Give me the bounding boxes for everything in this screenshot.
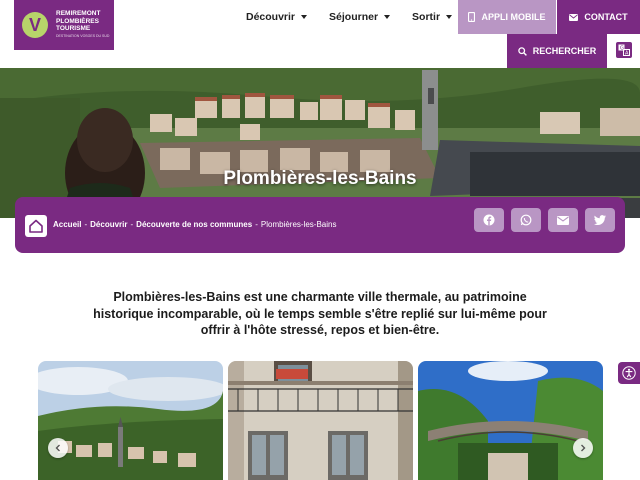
breadcrumb-bar: Accueil - Découvrir - Découverte de nos comm… (15, 197, 625, 253)
accessibility-button[interactable] (618, 362, 640, 384)
hero-banner: Plombières-les-Bains (0, 68, 640, 218)
gallery-next-button[interactable] (573, 438, 593, 458)
nav-item-label: Découvrir (246, 11, 296, 23)
contact-button[interactable]: CONTACT (557, 0, 640, 34)
translate-icon: GA (618, 44, 630, 56)
facebook-icon (483, 214, 495, 226)
breadcrumb-separator: - (130, 220, 134, 229)
search-label: RECHERCHER (532, 46, 597, 56)
accessibility-icon (622, 366, 636, 380)
hero-image (0, 68, 640, 218)
breadcrumb-separator: - (255, 220, 258, 229)
building-facade-image (228, 361, 413, 480)
share-twitter-button[interactable] (585, 208, 615, 232)
breadcrumb-link-accueil[interactable]: Accueil (53, 220, 81, 229)
breadcrumb: Accueil - Découvrir - Découverte de nos comm… (53, 220, 336, 229)
gallery-image-2[interactable] (228, 361, 413, 480)
main-nav: Découvrir Séjourner Sortir (246, 11, 474, 23)
contact-label: CONTACT (584, 12, 628, 22)
breadcrumb-link-communes[interactable]: Découverte de nos communes (136, 220, 252, 229)
chevron-left-icon (55, 444, 60, 452)
gallery-image-3[interactable] (418, 361, 603, 480)
mail-icon (557, 215, 569, 225)
page-title: Plombières-les-Bains (223, 168, 417, 189)
logo-mark-icon: V (22, 12, 48, 38)
nav-item-sejourner[interactable]: Séjourner (329, 11, 391, 23)
mobile-phone-icon (468, 12, 476, 22)
breadcrumb-link-decouvrir[interactable]: Découvrir (90, 220, 127, 229)
search-button[interactable]: RECHERCHER (507, 34, 607, 68)
chevron-down-icon (384, 15, 391, 19)
nav-item-decouvrir[interactable]: Découvrir (246, 11, 308, 23)
share-mail-button[interactable] (548, 208, 578, 232)
site-logo[interactable]: V REMIREMONT PLOMBIÈRES TOURISME DESTINA… (14, 0, 114, 50)
share-facebook-button[interactable] (474, 208, 504, 232)
site-header: V REMIREMONT PLOMBIÈRES TOURISME DESTINA… (0, 0, 640, 68)
town-arch-image (418, 361, 603, 480)
twitter-icon (594, 215, 606, 225)
appli-mobile-button[interactable]: APPLI MOBILE (458, 0, 556, 34)
gallery-prev-button[interactable] (48, 438, 68, 458)
chevron-down-icon (301, 15, 308, 19)
nav-item-label: Sortir (412, 11, 441, 23)
home-icon (29, 219, 43, 233)
appli-mobile-label: APPLI MOBILE (481, 12, 546, 22)
logo-text: REMIREMONT PLOMBIÈRES TOURISME DESTINATI… (56, 10, 110, 38)
svg-text:A: A (625, 51, 629, 56)
breadcrumb-separator: - (84, 220, 88, 229)
nav-item-label: Séjourner (329, 11, 379, 23)
home-button[interactable] (25, 215, 47, 237)
breadcrumb-current: Plombières-les-Bains (260, 220, 337, 229)
envelope-icon (569, 13, 579, 21)
nav-item-sortir[interactable]: Sortir (412, 11, 453, 23)
town-panorama-image (38, 361, 223, 480)
intro-text: Plombières-les-Bains est une charmante v… (93, 290, 547, 337)
share-whatsapp-button[interactable] (511, 208, 541, 232)
svg-text:G: G (620, 46, 624, 52)
search-icon (517, 46, 527, 56)
gallery-image-1[interactable] (38, 361, 223, 480)
chevron-right-icon (581, 444, 586, 452)
whatsapp-icon (520, 214, 532, 226)
translate-button[interactable]: GA (616, 42, 632, 58)
chevron-down-icon (446, 15, 453, 19)
